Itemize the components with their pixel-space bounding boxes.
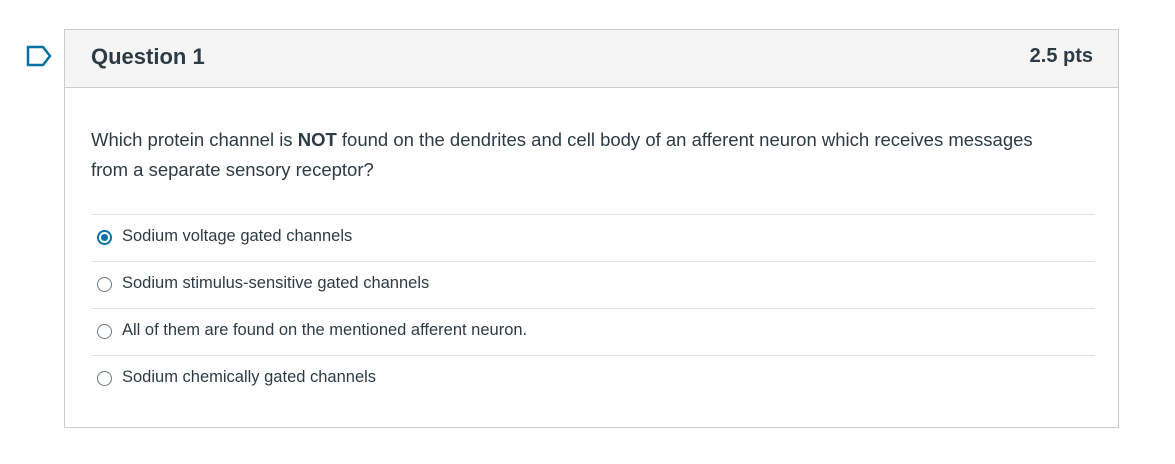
answer-option[interactable]: Sodium voltage gated channels xyxy=(91,214,1095,261)
question-title: Question 1 xyxy=(91,44,205,69)
answer-option[interactable]: Sodium chemically gated channels xyxy=(91,355,1095,402)
radio-button[interactable] xyxy=(97,324,112,339)
quiz-page: Question 1 2.5 pts Which protein channel… xyxy=(0,0,1175,464)
question-text-before: Which protein channel is xyxy=(91,129,298,150)
answer-label[interactable]: Sodium stimulus-sensitive gated channels xyxy=(122,274,429,293)
question-card: Question 1 2.5 pts Which protein channel… xyxy=(64,29,1119,428)
answer-label[interactable]: All of them are found on the mentioned a… xyxy=(122,321,527,340)
question-text: Which protein channel is NOT found on th… xyxy=(91,125,1051,185)
answer-list: Sodium voltage gated channels Sodium sti… xyxy=(91,214,1095,402)
radio-button[interactable] xyxy=(97,371,112,386)
radio-button[interactable] xyxy=(97,230,112,245)
question-points: 2.5 pts xyxy=(1029,45,1093,67)
flag-question-icon[interactable] xyxy=(26,45,52,67)
radio-button[interactable] xyxy=(97,277,112,292)
answer-label[interactable]: Sodium voltage gated channels xyxy=(122,227,352,246)
question-text-emphasis: NOT xyxy=(297,129,337,150)
question-header: Question 1 2.5 pts xyxy=(65,30,1118,88)
answer-option[interactable]: All of them are found on the mentioned a… xyxy=(91,308,1095,355)
answer-option[interactable]: Sodium stimulus-sensitive gated channels xyxy=(91,261,1095,308)
answer-label[interactable]: Sodium chemically gated channels xyxy=(122,368,376,387)
